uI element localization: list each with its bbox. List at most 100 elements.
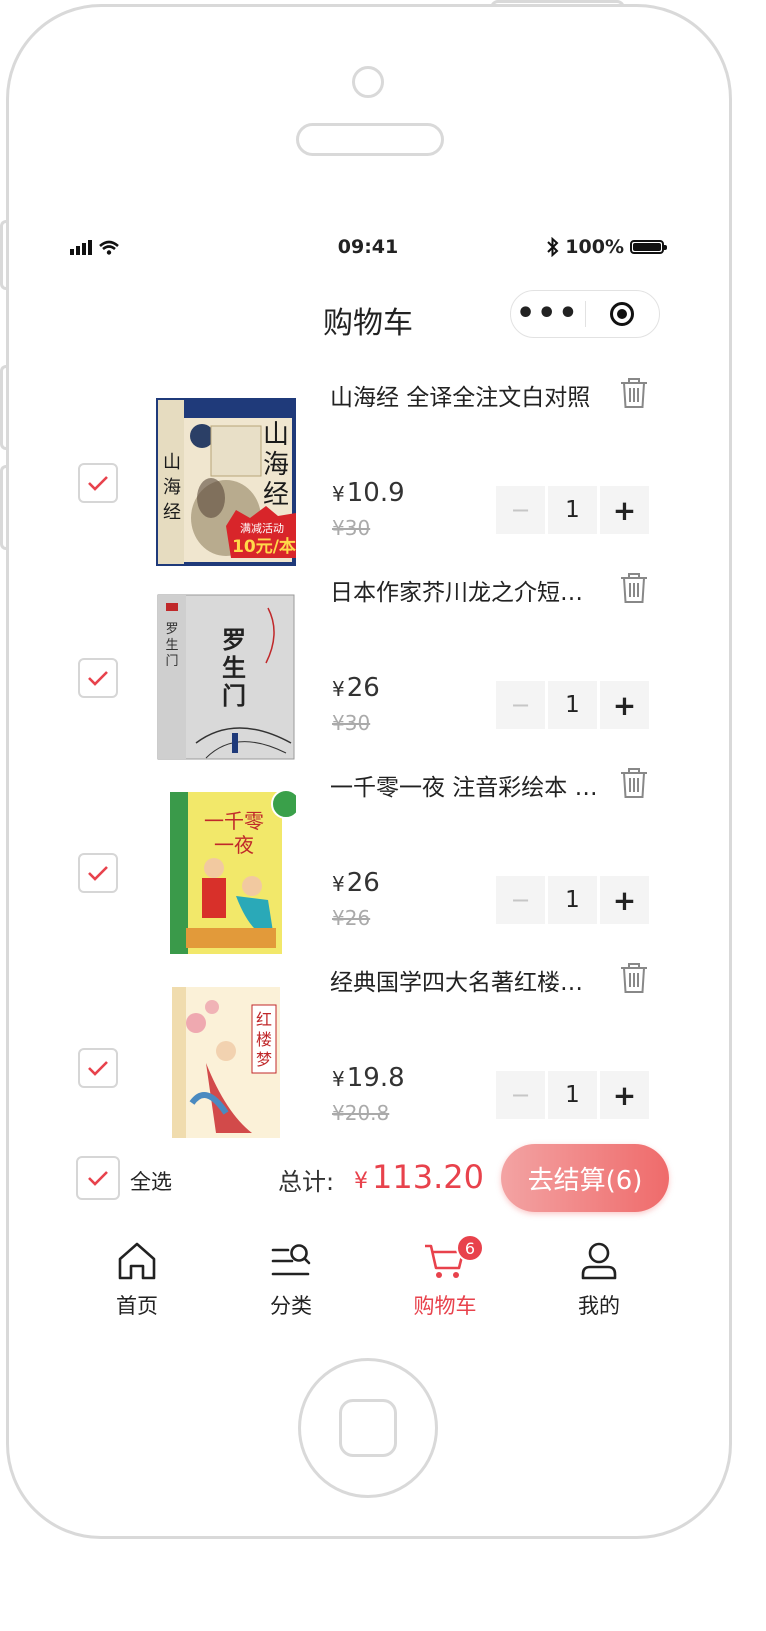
checkmark-icon xyxy=(88,1171,108,1186)
item-title[interactable]: 经典国学四大名著红楼… xyxy=(330,963,602,997)
home-button-square-icon xyxy=(339,1399,397,1457)
cover-title-text: 山 xyxy=(163,452,181,473)
book-cover-image: 一千零 一夜 xyxy=(170,789,296,954)
svg-text:山: 山 xyxy=(263,420,289,450)
decrease-button[interactable]: − xyxy=(496,876,545,924)
item-original-price: ¥30 xyxy=(332,711,371,735)
quantity-value[interactable]: 1 xyxy=(548,1071,597,1119)
tab-label: 首页 xyxy=(116,1294,158,1318)
trash-icon[interactable] xyxy=(618,961,650,995)
svg-text:海: 海 xyxy=(263,450,289,480)
tab-cart[interactable]: 6 购物车 xyxy=(368,1234,522,1320)
cover-title-text: 罗 xyxy=(222,625,246,654)
book-cover-image: 山 海 经 山 海 经 满减活动 10元/本 xyxy=(156,398,296,566)
decrease-button[interactable]: − xyxy=(496,486,545,534)
item-checkbox[interactable] xyxy=(78,463,118,503)
battery-icon xyxy=(630,240,667,254)
book-cover-image: 罗 生 门 罗 生 门 xyxy=(157,594,295,760)
increase-button[interactable]: + xyxy=(600,486,649,534)
svg-text:经: 经 xyxy=(263,480,289,510)
bluetooth-icon xyxy=(547,237,559,257)
more-menu-icon[interactable]: ••• xyxy=(511,299,585,329)
select-all-label[interactable]: 全选 xyxy=(130,1166,172,1196)
checkmark-icon xyxy=(88,1061,108,1076)
svg-text:楼: 楼 xyxy=(256,1030,272,1049)
miniprogram-capsule: ••• xyxy=(510,290,660,338)
svg-text:门: 门 xyxy=(165,654,178,669)
decrease-button[interactable]: − xyxy=(496,681,545,729)
checkmark-icon xyxy=(88,671,108,686)
tab-bar: 首页 分类 6 购物车 我的 xyxy=(60,1222,676,1340)
app-screen: 09:41 100% 购物车 ••• 山 海 经 山 海 经 满减活动 10元/… xyxy=(60,228,676,1340)
battery-percent: 100% xyxy=(565,236,624,258)
tab-label: 分类 xyxy=(270,1294,312,1318)
svg-text:生: 生 xyxy=(222,653,246,682)
item-original-price: ¥30 xyxy=(332,516,371,540)
quantity-value[interactable]: 1 xyxy=(548,681,597,729)
tab-category[interactable]: 分类 xyxy=(214,1238,368,1320)
quantity-stepper: − 1 + xyxy=(496,1071,649,1119)
trash-icon[interactable] xyxy=(618,766,650,800)
checkmark-icon xyxy=(88,866,108,881)
item-checkbox[interactable] xyxy=(78,1048,118,1088)
svg-text:经: 经 xyxy=(163,502,181,523)
increase-button[interactable]: + xyxy=(600,876,649,924)
quantity-stepper: − 1 + xyxy=(496,486,649,534)
tab-profile[interactable]: 我的 xyxy=(522,1238,676,1320)
promo-text: 10元/本 xyxy=(232,536,296,557)
promo-top-text: 满减活动 xyxy=(240,522,284,535)
increase-button[interactable]: + xyxy=(600,1071,649,1119)
home-icon xyxy=(118,1242,156,1280)
target-icon xyxy=(610,302,635,326)
close-miniprogram-button[interactable] xyxy=(586,302,660,326)
item-price: ¥26 xyxy=(332,673,380,703)
item-price: ¥26 xyxy=(332,868,380,898)
tab-label: 购物车 xyxy=(413,1294,477,1318)
item-title[interactable]: 山海经 全译全注文白对照 xyxy=(330,378,602,412)
increase-button[interactable]: + xyxy=(600,681,649,729)
cart-badge: 6 xyxy=(456,1234,484,1262)
cover-title-text: 红 xyxy=(256,1010,272,1029)
trash-icon[interactable] xyxy=(618,571,650,605)
item-price: ¥10.9 xyxy=(332,478,405,508)
checkout-bar: 全选 总计: ¥113.20 去结算(6) xyxy=(60,1138,676,1222)
svg-text:罗: 罗 xyxy=(165,622,178,637)
trash-icon[interactable] xyxy=(618,378,650,410)
quantity-value[interactable]: 1 xyxy=(548,486,597,534)
cart-list[interactable]: 山 海 经 山 海 经 满减活动 10元/本 山海经 全译全注文白对照 ¥10.… xyxy=(60,378,676,1138)
cart-item: 罗 生 门 罗 生 门 日本作家芥川龙之介短… ¥26 ¥30 − 1 + xyxy=(60,573,676,768)
earpiece-speaker xyxy=(296,123,444,156)
quantity-stepper: − 1 + xyxy=(496,681,649,729)
item-original-price: ¥26 xyxy=(332,906,371,930)
item-checkbox[interactable] xyxy=(78,853,118,893)
decrease-button[interactable]: − xyxy=(496,1071,545,1119)
checkmark-icon xyxy=(88,476,108,491)
cart-item: 红 楼 梦 经典国学四大名著红楼… ¥19.8 ¥20.8 − 1 + xyxy=(60,963,676,1138)
checkout-button[interactable]: 去结算(6) xyxy=(501,1144,669,1212)
quantity-stepper: − 1 + xyxy=(496,876,649,924)
status-right: 100% xyxy=(547,236,667,258)
book-cover-image: 红 楼 梦 xyxy=(172,987,280,1138)
category-search-icon xyxy=(271,1244,311,1276)
svg-text:门: 门 xyxy=(222,681,246,710)
home-button[interactable] xyxy=(298,1358,438,1498)
tab-label: 我的 xyxy=(578,1294,620,1318)
nav-bar: 购物车 ••• xyxy=(60,286,676,346)
item-title[interactable]: 日本作家芥川龙之介短… xyxy=(330,573,602,607)
item-title[interactable]: 一千零一夜 注音彩绘本 … xyxy=(330,768,602,802)
tab-home[interactable]: 首页 xyxy=(60,1238,214,1320)
quantity-value[interactable]: 1 xyxy=(548,876,597,924)
front-camera xyxy=(352,66,384,98)
item-checkbox[interactable] xyxy=(78,658,118,698)
item-original-price: ¥20.8 xyxy=(332,1101,390,1125)
item-price: ¥19.8 xyxy=(332,1063,405,1093)
profile-icon xyxy=(581,1242,617,1280)
select-all-checkbox[interactable] xyxy=(76,1156,120,1200)
svg-text:一夜: 一夜 xyxy=(214,833,254,857)
total-label: 总计: xyxy=(278,1168,335,1196)
status-bar: 09:41 100% xyxy=(60,228,676,266)
cart-item: 一千零 一夜 一千零一夜 注音彩绘本 … ¥26 ¥26 − 1 + xyxy=(60,768,676,963)
cover-title-text: 一千零 xyxy=(204,809,264,833)
cart-item: 山 海 经 山 海 经 满减活动 10元/本 山海经 全译全注文白对照 ¥10.… xyxy=(60,378,676,573)
svg-text:生: 生 xyxy=(165,638,178,653)
